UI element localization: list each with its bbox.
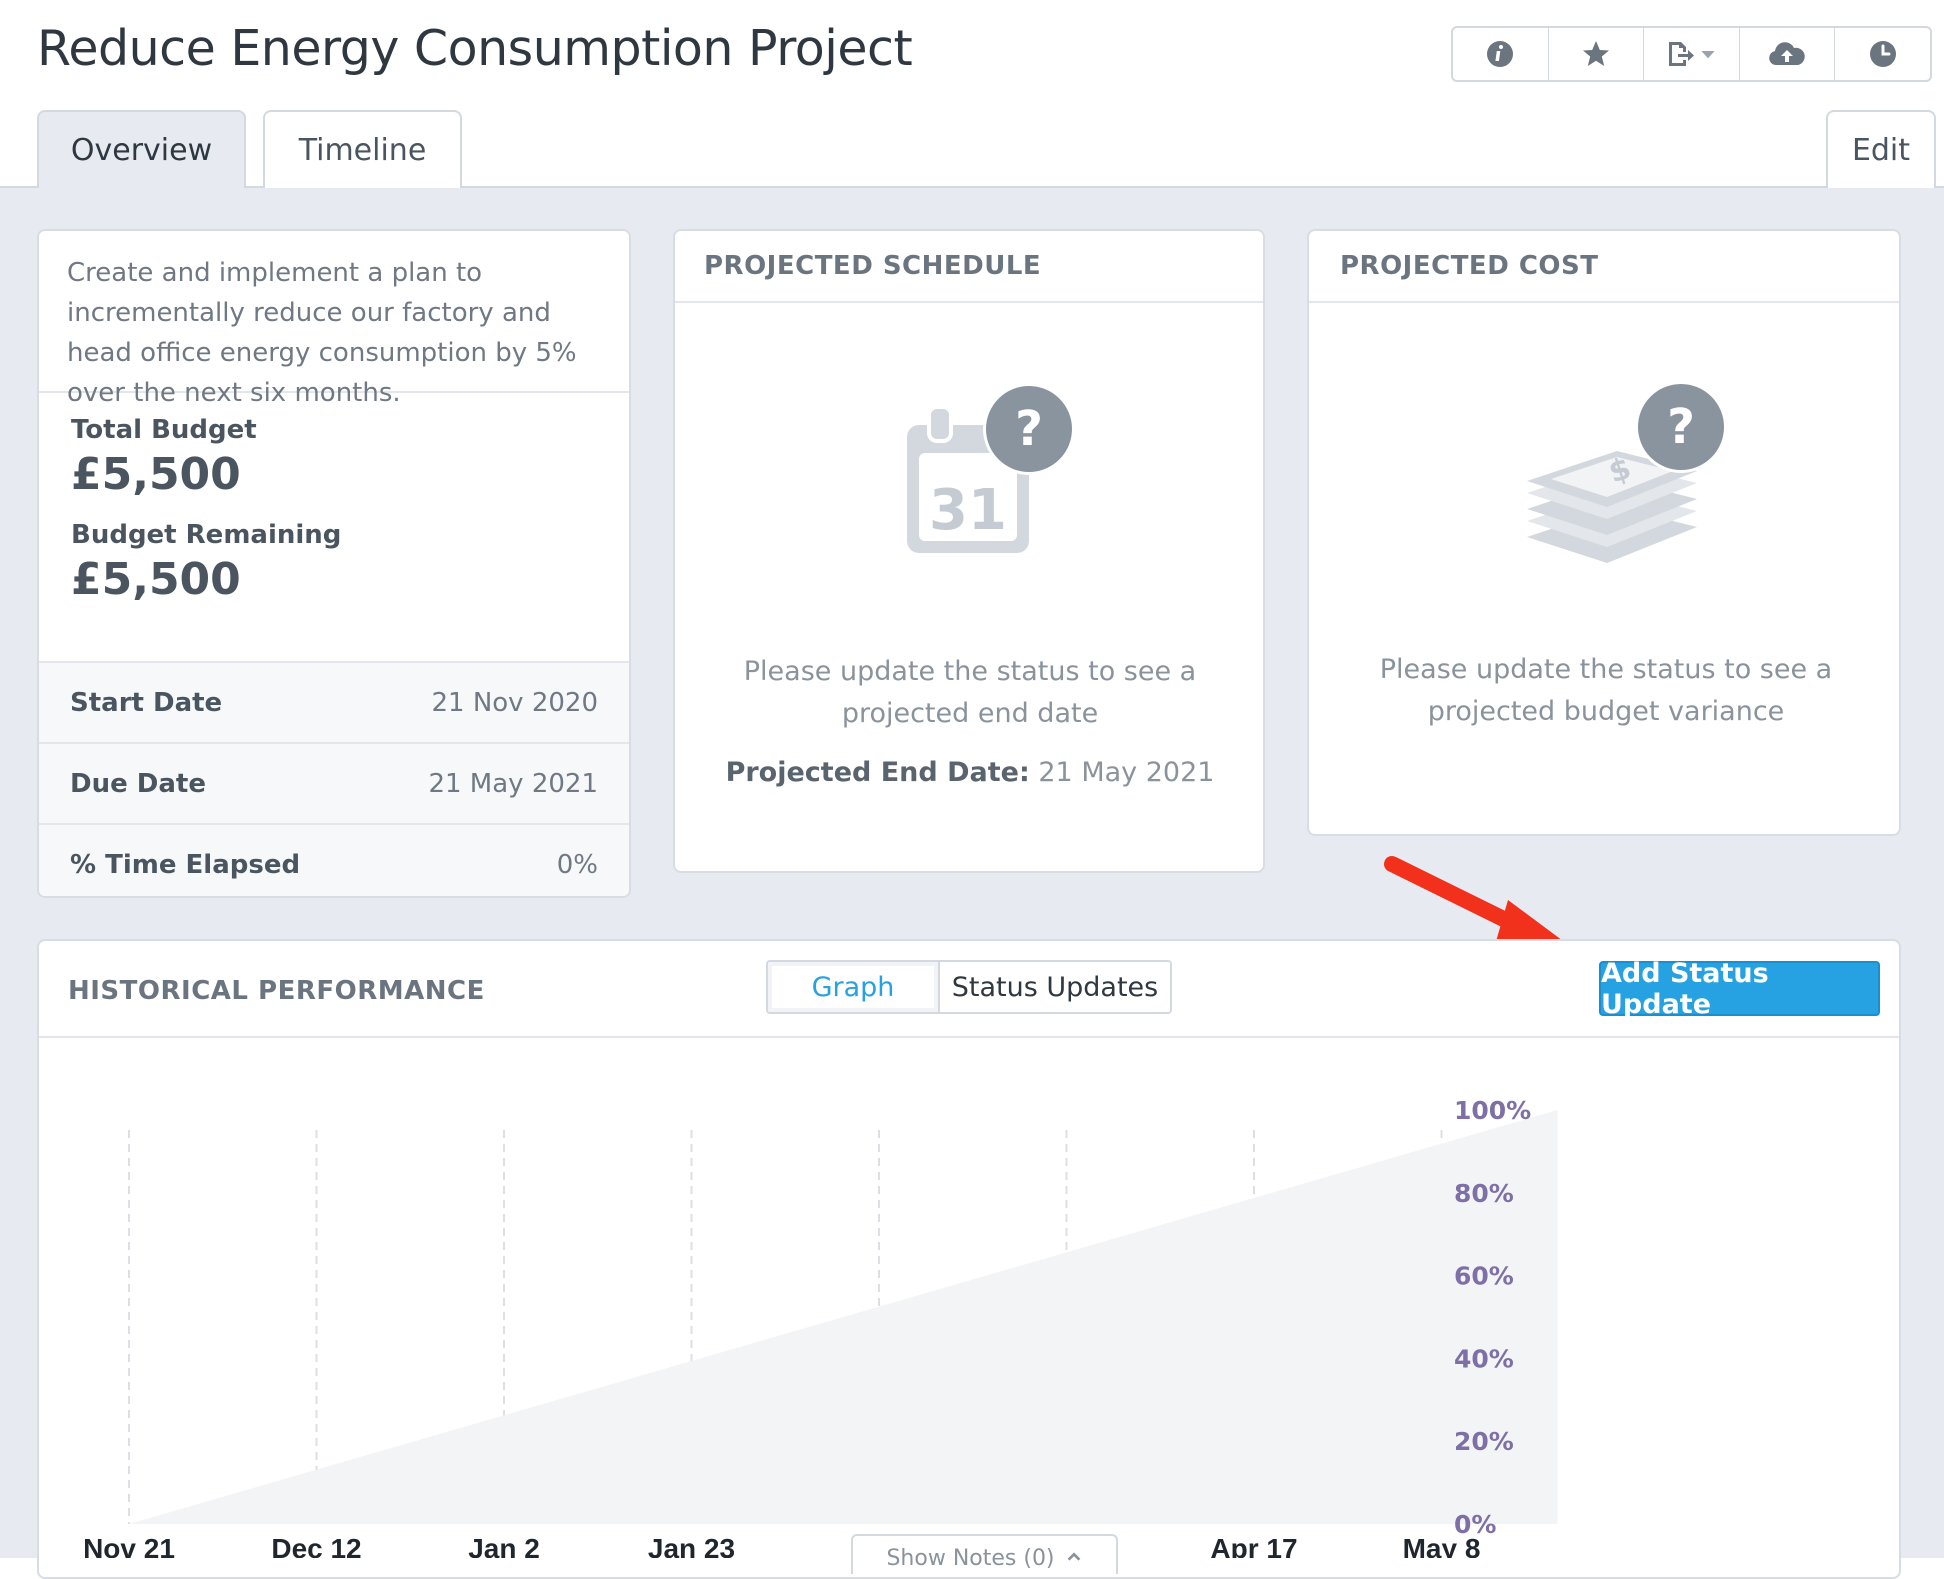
projected-end-date: Projected End Date: 21 May 2021	[675, 757, 1265, 788]
chevron-down-icon	[1701, 51, 1716, 59]
total-budget-label: Total Budget	[71, 415, 257, 445]
projected-end-date-value: 21 May 2021	[1038, 757, 1215, 788]
page-title: Reduce Energy Consumption Project	[37, 20, 913, 77]
header-toolbar	[1451, 26, 1932, 82]
question-badge-icon: ?	[1635, 381, 1727, 473]
expected-progress-area	[129, 1110, 1558, 1524]
start-date-label: Start Date	[70, 687, 223, 718]
due-date-label: Due Date	[70, 768, 206, 799]
budget-remaining-value: £5,500	[71, 554, 241, 605]
x-tick-label: May 8	[1403, 1533, 1481, 1558]
time-elapsed-label: % Time Elapsed	[70, 849, 301, 880]
show-notes-label: Show Notes (0)	[886, 1546, 1055, 1571]
start-date-row: Start Date 21 Nov 2020	[39, 661, 629, 742]
info-button[interactable]	[1453, 28, 1549, 80]
y-tick-label: 80%	[1454, 1179, 1514, 1208]
history-button[interactable]	[1835, 28, 1930, 80]
graph-toggle-button[interactable]: Graph	[768, 962, 940, 1012]
cost-placeholder-message: Please update the status to see a projec…	[1379, 654, 1833, 727]
clock-icon	[1869, 41, 1896, 67]
historical-performance-chart: 100%80%60%40%20%0% Nov 21 Dec 12 Jan 2 Jan …	[83, 1096, 1558, 1558]
x-tick-label: Jan 23	[648, 1533, 735, 1558]
favorite-button[interactable]	[1549, 28, 1645, 80]
add-status-update-button[interactable]: Add Status Update	[1599, 958, 1880, 1020]
project-summary-card: Create and implement a plan to increment…	[37, 229, 631, 898]
budget-section: Total Budget £5,500 Budget Remaining £5,…	[39, 391, 629, 661]
time-elapsed-row: % Time Elapsed 0%	[39, 823, 629, 896]
info-icon	[1487, 41, 1514, 67]
status-updates-toggle-button[interactable]: Status Updates	[940, 962, 1170, 1012]
tab-timeline[interactable]: Timeline	[263, 110, 462, 188]
projected-schedule-title: PROJECTED SCHEDULE	[675, 231, 1263, 303]
edit-button[interactable]: Edit	[1826, 110, 1936, 188]
cloud-upload-icon	[1769, 42, 1805, 65]
x-axis-labels: Nov 21Dec 12Jan 2Jan 23FMar 27Apr 17May …	[83, 1533, 1480, 1558]
export-button[interactable]	[1644, 28, 1740, 80]
historical-performance-title: HISTORICAL PERFORMANCE	[68, 976, 485, 1006]
y-tick-label: 100%	[1454, 1096, 1531, 1125]
due-date-value: 21 May 2021	[428, 768, 598, 799]
question-badge-icon: ?	[983, 383, 1075, 475]
due-date-row: Due Date 21 May 2021	[39, 742, 629, 823]
show-notes-toggle[interactable]: Show Notes (0)	[851, 1534, 1118, 1574]
projected-schedule-card: PROJECTED SCHEDULE 31 ? Please update th…	[673, 229, 1265, 873]
export-icon	[1669, 42, 1695, 66]
project-description: Create and implement a plan to increment…	[67, 258, 577, 408]
projected-cost-title: PROJECTED COST	[1309, 231, 1899, 303]
y-tick-label: 60%	[1454, 1262, 1514, 1291]
start-date-value: 21 Nov 2020	[431, 687, 598, 718]
projected-cost-card: PROJECTED COST $ ? Please update the sta…	[1307, 229, 1901, 836]
calendar-day: 31	[929, 478, 1007, 543]
total-budget-value: £5,500	[71, 449, 241, 500]
y-tick-label: 40%	[1454, 1344, 1514, 1373]
x-tick-label: Apr 17	[1210, 1533, 1297, 1558]
y-tick-label: 20%	[1454, 1427, 1514, 1456]
cloud-upload-button[interactable]	[1740, 28, 1836, 80]
projected-end-date-label: Projected End Date:	[725, 757, 1030, 788]
view-toggle: Graph Status Updates	[766, 960, 1172, 1014]
time-elapsed-value: 0%	[556, 849, 598, 880]
schedule-placeholder-message: Please update the status to see a projec…	[743, 656, 1197, 729]
x-tick-label: Nov 21	[83, 1533, 175, 1558]
tab-overview[interactable]: Overview	[37, 110, 246, 188]
chevron-up-icon	[1067, 1552, 1080, 1561]
budget-remaining-label: Budget Remaining	[71, 520, 342, 550]
x-tick-label: Jan 2	[468, 1533, 540, 1558]
x-tick-label: Dec 12	[271, 1533, 361, 1558]
star-icon	[1582, 41, 1609, 66]
